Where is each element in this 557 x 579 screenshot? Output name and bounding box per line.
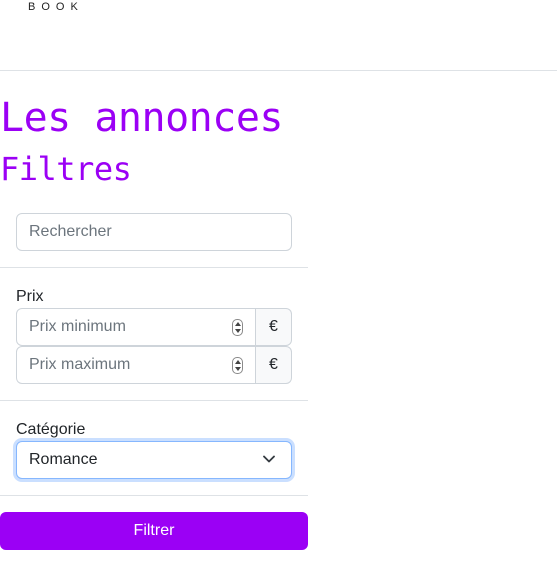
filter-button[interactable]: Filtrer [0, 512, 308, 550]
category-selected-value: Romance [29, 451, 98, 468]
category-select[interactable]: Romance [16, 441, 292, 479]
divider [0, 495, 308, 496]
search-placeholder: Rechercher [29, 223, 112, 240]
price-max-group: Prix maximum € [16, 346, 292, 384]
currency-addon: € [256, 308, 292, 346]
price-max-input[interactable]: Prix maximum [16, 346, 256, 384]
price-min-input[interactable]: Prix minimum [16, 308, 256, 346]
price-label: Prix [16, 288, 44, 305]
price-max-placeholder: Prix maximum [29, 356, 131, 373]
divider [0, 267, 308, 268]
header-divider [0, 70, 557, 71]
brand-logo[interactable]: BOOK [28, 0, 84, 14]
spin-stepper-icon[interactable] [232, 357, 243, 374]
chevron-down-icon [263, 455, 275, 463]
category-label: Catégorie [16, 421, 86, 438]
price-min-group: Prix minimum € [16, 308, 292, 346]
search-input[interactable]: Rechercher [16, 213, 292, 251]
filters-title: Filtres [0, 150, 132, 188]
page-title: Les annonces [0, 95, 283, 141]
price-min-placeholder: Prix minimum [29, 318, 126, 335]
divider [0, 400, 308, 401]
spin-stepper-icon[interactable] [232, 319, 243, 336]
currency-addon: € [256, 346, 292, 384]
